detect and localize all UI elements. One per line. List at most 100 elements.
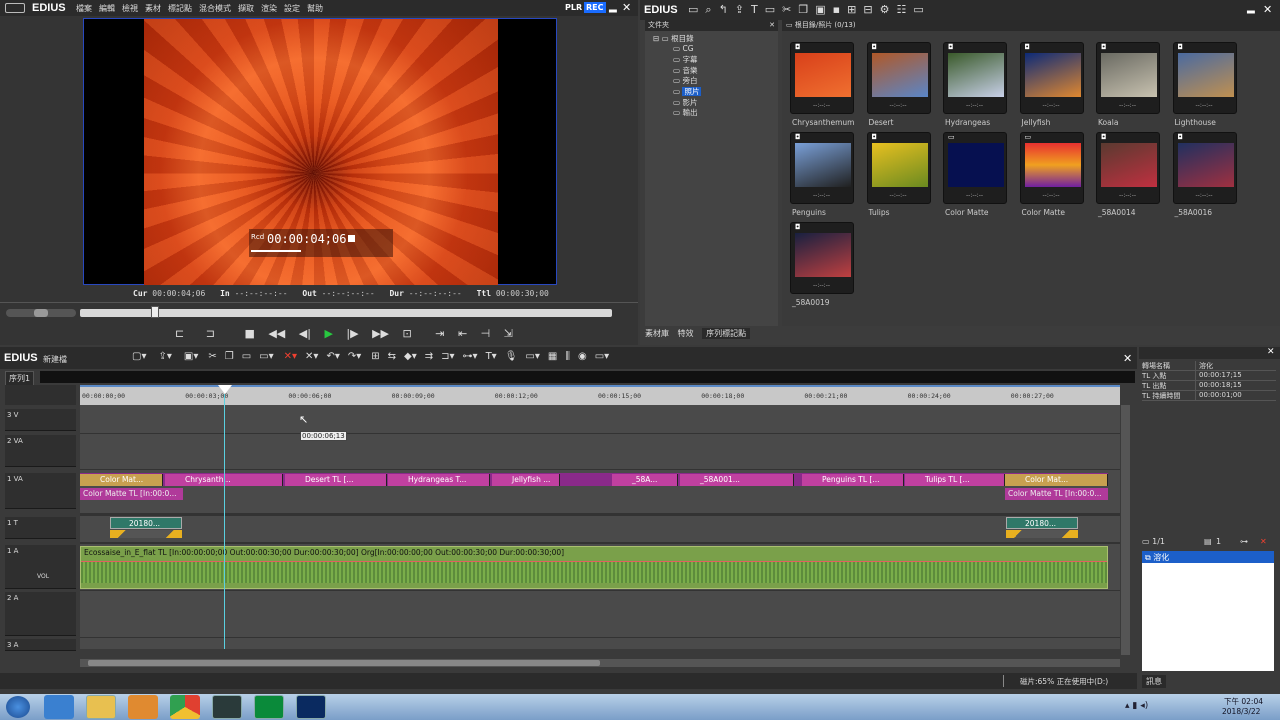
set-in-icon[interactable]: ⊏	[175, 327, 184, 340]
window-icon[interactable]: ▭	[913, 3, 923, 16]
track-header-t1[interactable]: 1 T	[5, 517, 76, 539]
tab-sequence-markers[interactable]: 序列標記點	[702, 328, 751, 339]
v1-clip[interactable]: _58A...	[612, 474, 678, 486]
fast-forward-icon[interactable]: ▶▶	[372, 327, 389, 340]
position-bar[interactable]	[80, 306, 612, 318]
timecode-ruler[interactable]: 00:00:00;00 00:00:03;00 00:00:06;00 00:00:0…	[80, 385, 1120, 405]
tree-item[interactable]: ▭ 輸出	[653, 107, 701, 118]
chrome-icon[interactable]	[170, 695, 200, 719]
loop-icon[interactable]: ⊡	[403, 327, 412, 340]
set-out-icon[interactable]: ⊐	[206, 327, 215, 340]
start-button[interactable]	[6, 696, 30, 718]
clock-date[interactable]: 2018/3/22	[1222, 707, 1260, 716]
track-header-v1[interactable]: 1 VA	[5, 473, 76, 509]
tree-root[interactable]: ⊟ ▭ 根目錄	[653, 33, 701, 44]
menu-item[interactable]: 渲染	[261, 4, 277, 13]
clip-thumbnail[interactable]: ▭ --:--:--	[943, 132, 1007, 204]
play-icon[interactable]: ▶	[324, 327, 332, 340]
clip-thumbnail[interactable]: ◘ --:--:--	[1019, 42, 1084, 114]
copy-icon[interactable]: ❐	[225, 351, 234, 362]
track-header-a3[interactable]: 3 A	[5, 639, 76, 651]
tree-item-selected[interactable]: ▭ 照片	[653, 86, 702, 97]
menu-item[interactable]: 檢視	[122, 4, 138, 13]
tab-effects[interactable]: 特效	[678, 329, 694, 338]
vertical-scrollbar[interactable]	[1121, 405, 1130, 655]
render-icon[interactable]: ▭▾	[525, 351, 539, 362]
tree-item[interactable]: ▭ CG	[653, 44, 701, 55]
menu-item[interactable]: 標記點	[168, 4, 192, 13]
link-icon[interactable]: ⊶	[1240, 537, 1248, 546]
clip-thumbnail[interactable]: ◘ --:--:--	[790, 222, 854, 294]
step-forward-icon[interactable]: |▶	[346, 327, 358, 340]
shuttle-slider[interactable]	[6, 309, 76, 317]
paste-icon[interactable]: ▣	[815, 3, 825, 16]
plr-mode-button[interactable]: PLR	[565, 3, 582, 12]
marker-icon[interactable]: ◆▾	[404, 351, 417, 362]
bin-minimize-icon[interactable]: ▂	[1247, 3, 1255, 14]
track-header-a1[interactable]: 1 A VOL	[5, 545, 76, 589]
tree-item[interactable]: ▭ 影片	[653, 97, 701, 108]
mixer-icon[interactable]: ⫼	[565, 351, 570, 362]
view-icon[interactable]: ☷	[896, 3, 906, 16]
replace-icon[interactable]: ▭▾	[259, 351, 273, 362]
menu-item[interactable]: 素材	[145, 4, 161, 13]
v1-clip[interactable]: Hydrangeas T...	[388, 474, 490, 486]
tree-item[interactable]: ▭ 字幕	[653, 54, 701, 65]
rec-mode-button[interactable]: REC	[584, 2, 606, 13]
tree-item[interactable]: ▭ 音樂	[653, 65, 701, 76]
layer-icon[interactable]: ▤	[1204, 537, 1212, 546]
clip-thumbnail[interactable]: ▭ --:--:--	[1019, 132, 1084, 204]
clip-thumbnail[interactable]: ◘ --:--:--	[1172, 132, 1237, 204]
snap-icon[interactable]: ⊐▾	[441, 351, 454, 362]
audio-clip[interactable]: Ecossaise_in_E_flat TL [In:00:00:00;00 O…	[80, 546, 1108, 589]
clip-thumbnail[interactable]: ◘ --:--:--	[943, 42, 1007, 114]
clock-time[interactable]: 下午 02:04	[1224, 696, 1263, 707]
title-clip[interactable]: 20180...	[110, 517, 182, 529]
export-icon[interactable]: ⇲	[504, 327, 513, 340]
playhead-marker[interactable]	[218, 385, 232, 394]
open-project-icon[interactable]: ⇪▾	[158, 351, 171, 362]
v1-clip[interactable]: Jellyfish ...	[492, 474, 560, 486]
explorer-icon[interactable]	[86, 695, 116, 719]
menu-item[interactable]: 設定	[284, 4, 300, 13]
edius-icon[interactable]	[212, 695, 242, 719]
track-header-a2[interactable]: 2 A	[5, 592, 76, 636]
ripple-icon[interactable]: ⇉	[425, 351, 433, 362]
timeline-close-icon[interactable]: ✕	[1123, 352, 1132, 365]
copy-icon[interactable]: ❐	[798, 3, 808, 16]
v1-clip[interactable]: Color Mat...	[80, 474, 163, 486]
clip-thumbnail[interactable]: ◘ --:--:--	[790, 42, 854, 114]
split-icon[interactable]: ⊞	[371, 351, 379, 362]
player-minimize-icon[interactable]: ▂	[609, 2, 617, 13]
up-folder-icon[interactable]: ↰	[719, 3, 728, 16]
settings-icon[interactable]: ◉	[578, 351, 587, 362]
sequence-icon[interactable]: ▭	[765, 3, 775, 16]
delete-icon[interactable]: ✕▾	[284, 351, 297, 362]
new-project-icon[interactable]: ▢▾	[132, 351, 146, 362]
v1-audio-clip-right[interactable]: Color Matte TL [In:00:0...	[1005, 488, 1108, 500]
v1-clip[interactable]: Penguins TL [...	[802, 474, 904, 486]
volume-line[interactable]	[81, 561, 1107, 562]
delete-effect-icon[interactable]: ✕	[1260, 537, 1267, 546]
import-icon[interactable]: ⇪	[735, 3, 744, 16]
camtasia-icon[interactable]	[254, 695, 284, 719]
replace-icon[interactable]: ⊣	[481, 327, 491, 340]
menu-item[interactable]: 編輯	[99, 4, 115, 13]
menu-item[interactable]: 擷取	[238, 4, 254, 13]
search-icon[interactable]: ⌕	[705, 3, 711, 16]
position-handle[interactable]	[151, 306, 159, 318]
tab-info[interactable]: 訊息	[1142, 675, 1166, 688]
clip-thumbnail[interactable]: ◘ --:--:--	[1172, 42, 1237, 114]
v1-clip[interactable]: Desert TL [...	[285, 474, 387, 486]
cut-icon[interactable]: ✂	[208, 351, 216, 362]
title-icon[interactable]: T▾	[486, 351, 497, 362]
menu-item[interactable]: 混合模式	[199, 4, 231, 13]
v1-clip[interactable]: Tulips TL [...	[905, 474, 1005, 486]
player-close-icon[interactable]: ✕	[622, 1, 631, 14]
add-timeline-icon[interactable]: ⊞	[847, 3, 856, 16]
clip-thumbnail[interactable]: ◘ --:--:--	[1096, 42, 1160, 114]
cut-icon[interactable]: ✂	[782, 3, 791, 16]
tray-icons[interactable]: ▴ ▮ ◂)	[1125, 701, 1148, 711]
sequence-tab[interactable]: 序列1	[5, 371, 35, 386]
photoshop-icon[interactable]	[296, 695, 326, 719]
